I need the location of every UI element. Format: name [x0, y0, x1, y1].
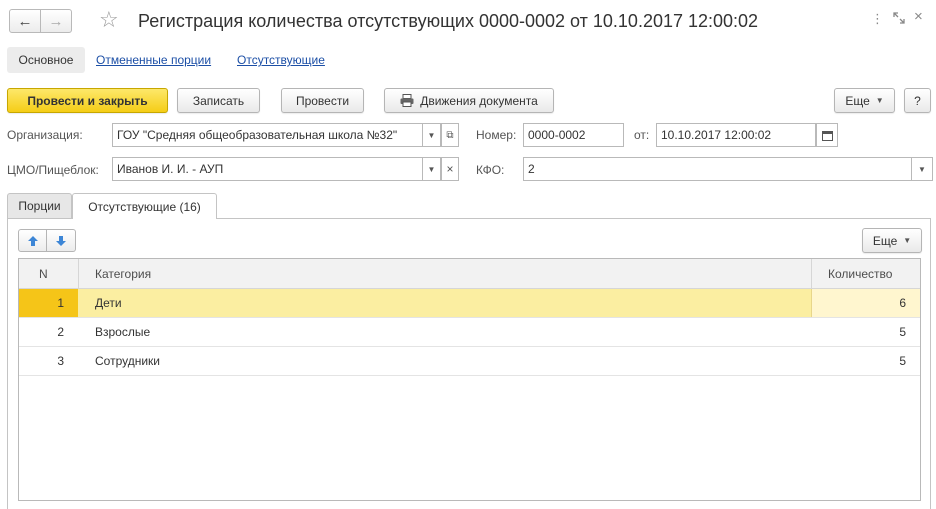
- more-vertical-icon[interactable]: ⋮: [871, 12, 884, 26]
- table-row[interactable]: 2 Взрослые 5: [19, 318, 920, 347]
- row-category: Дети: [95, 296, 122, 310]
- arrow-left-icon: ←: [17, 12, 33, 30]
- post-button[interactable]: Провести: [281, 88, 364, 113]
- absent-table[interactable]: N Категория Количество 1 Дети 6 2 Взросл…: [18, 258, 921, 501]
- movements-button[interactable]: Движения документа: [384, 88, 554, 113]
- table-header: N Категория Количество: [19, 259, 920, 289]
- row-quantity: 5: [899, 325, 906, 339]
- back-button[interactable]: ←: [9, 9, 41, 33]
- row-category: Сотрудники: [95, 354, 160, 368]
- date-label: от:: [634, 128, 650, 142]
- chevron-down-icon[interactable]: ▼: [423, 157, 441, 181]
- kfo-field[interactable]: 2: [523, 157, 912, 181]
- tab-absent[interactable]: Отсутствующие (16): [72, 193, 217, 219]
- organization-field[interactable]: ГОУ "Средняя общеобразовательная школа №…: [112, 123, 423, 147]
- page-title: Регистрация количества отсутствующих 000…: [138, 11, 759, 31]
- movements-label: Движения документа: [420, 93, 538, 108]
- printer-icon: [400, 94, 414, 107]
- table-more-button[interactable]: Еще ▼: [862, 228, 922, 253]
- more-label: Еще: [845, 93, 870, 108]
- star-icon[interactable]: ☆: [99, 8, 119, 32]
- number-field[interactable]: 0000-0002: [523, 123, 624, 147]
- table-more-label: Еще: [872, 233, 898, 248]
- table-row[interactable]: 1 Дети 6: [19, 289, 920, 318]
- section-absent[interactable]: Отсутствующие: [237, 53, 325, 67]
- help-button[interactable]: ?: [904, 88, 931, 113]
- row-number: 1: [19, 289, 78, 317]
- number-label: Номер:: [476, 128, 517, 142]
- open-icon[interactable]: ⧉: [441, 123, 459, 147]
- calendar-icon[interactable]: [816, 123, 838, 147]
- section-main[interactable]: Основное: [7, 47, 85, 73]
- cmo-field[interactable]: Иванов И. И. - АУП: [112, 157, 423, 181]
- date-field[interactable]: 10.10.2017 12:00:02: [656, 123, 816, 147]
- arrow-right-icon: →: [48, 12, 64, 30]
- move-down-button[interactable]: [47, 229, 76, 252]
- arrow-up-icon: [27, 235, 38, 246]
- cmo-label: ЦМО/Пищеблок:: [7, 163, 99, 177]
- row-number: 3: [57, 354, 64, 368]
- section-cancelled-portions[interactable]: Отмененные порции: [96, 53, 211, 67]
- move-up-button[interactable]: [18, 229, 47, 252]
- tab-portions[interactable]: Порции: [7, 193, 72, 218]
- kfo-label: КФО:: [476, 163, 505, 177]
- chevron-down-icon[interactable]: ▼: [423, 123, 441, 147]
- post-and-close-button[interactable]: Провести и закрыть: [7, 88, 168, 113]
- chevron-down-icon: ▼: [875, 96, 884, 105]
- row-quantity: 5: [899, 354, 906, 368]
- row-category: Взрослые: [95, 325, 151, 339]
- more-button[interactable]: Еще ▼: [834, 88, 895, 113]
- save-button[interactable]: Записать: [177, 88, 260, 113]
- chevron-down-icon: ▼: [903, 236, 912, 245]
- row-number: 2: [57, 325, 64, 339]
- close-icon[interactable]: ×: [914, 9, 923, 24]
- table-row[interactable]: 3 Сотрудники 5: [19, 347, 920, 376]
- column-header-quantity[interactable]: Количество: [828, 259, 892, 289]
- column-header-category[interactable]: Категория: [95, 259, 151, 289]
- chevron-down-icon[interactable]: ▼: [912, 157, 933, 181]
- organization-label: Организация:: [7, 128, 83, 142]
- clear-icon[interactable]: ×: [441, 157, 459, 181]
- column-header-n[interactable]: N: [39, 259, 48, 289]
- arrow-down-icon: [56, 235, 66, 246]
- expand-icon[interactable]: [893, 12, 905, 27]
- row-quantity: 6: [811, 289, 920, 317]
- forward-button[interactable]: →: [40, 9, 72, 33]
